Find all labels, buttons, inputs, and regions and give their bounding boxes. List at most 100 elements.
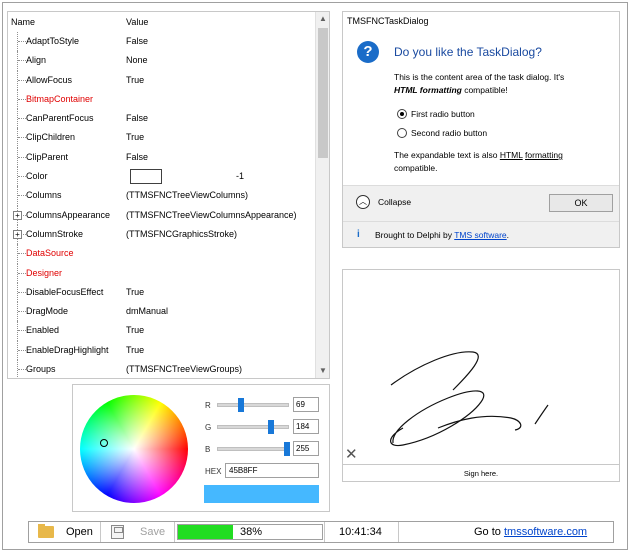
b-label: B [205,445,211,454]
property-row[interactable]: DragMode dmManual [8,302,316,322]
radio-second-dot[interactable] [397,128,407,138]
signature-drawing [390,351,549,447]
r-input[interactable]: 69 [293,397,319,412]
signature-baseline [343,464,619,465]
property-name: BitmapContainer [26,93,94,104]
expand-icon[interactable]: + [13,229,22,239]
expand-icon[interactable]: + [13,210,22,220]
property-value[interactable]: False [126,152,148,162]
property-value[interactable]: True [126,287,144,297]
property-row[interactable]: Groups (TTMSFNCTreeViewGroups) [8,360,316,378]
property-value[interactable]: (TTMSFNCTreeViewColumnsAppearance) [126,210,297,220]
content-line2: compatible! [461,85,508,95]
property-name: ColumnStroke [26,228,84,239]
scroll-thumb[interactable] [318,28,328,158]
question-icon: ? [357,41,379,63]
save-icon[interactable] [111,525,124,539]
folder-open-icon[interactable] [38,524,54,538]
dialog-title: TMSFNCTaskDialog [347,16,429,26]
b-slider[interactable] [217,442,290,456]
property-row[interactable]: BitmapContainer [8,89,316,110]
r-label: R [205,401,211,410]
property-row[interactable]: AdaptToStyle False [8,32,316,52]
g-slider-thumb[interactable] [268,420,274,434]
expandable-text: The expandable text is also HTML formatt… [394,149,614,175]
chevron-up-icon[interactable]: ︿ [356,195,370,209]
b-slider-thumb[interactable] [284,442,290,456]
property-row[interactable]: ClipChildren True [8,128,316,148]
color-wheel[interactable] [80,395,188,503]
property-value[interactable]: None [126,55,148,65]
property-name: Groups [26,364,56,375]
goto-prefix: Go to [474,526,504,538]
footer-divider [343,221,619,222]
property-value[interactable]: (TTMSFNCTreeViewGroups) [126,364,242,374]
scroll-up-icon[interactable]: ▲ [316,12,330,26]
property-row[interactable]: + ColumnsAppearance (TTMSFNCTreeViewColumn… [8,205,316,225]
scroll-down-icon[interactable]: ▼ [316,364,330,378]
property-name: ColumnsAppearance [26,209,111,220]
property-row[interactable]: + ColumnStroke (TTMSFNCGraphicsStroke) [8,224,316,245]
color-picker[interactable]: R 69 G 184 B 255 HEX 45B8FF [72,384,330,512]
property-row[interactable]: EnableDragHighlight True [8,340,316,361]
property-name: DisableFocusEffect [26,286,104,297]
property-name: ClipParent [26,151,69,162]
property-row[interactable]: DataSource [8,244,316,264]
footer-suffix: . [506,230,510,240]
property-row[interactable]: ClipParent False [8,147,316,168]
property-name: Columns [26,190,62,201]
dialog-heading: Do you like the TaskDialog? [394,45,542,59]
radio-first-dot[interactable] [397,109,407,119]
property-value[interactable]: (TTMSFNCTreeViewColumns) [126,190,248,200]
r-slider[interactable] [217,398,289,412]
property-value[interactable]: True [126,345,144,355]
b-input[interactable]: 255 [293,441,319,456]
property-row[interactable]: DisableFocusEffect True [8,282,316,303]
property-value[interactable]: dmManual [126,306,168,316]
property-name: Align [26,55,47,66]
ok-button[interactable]: OK [549,194,613,212]
property-value[interactable]: True [126,325,144,335]
property-value[interactable]: True [126,75,144,85]
grid-scrollbar[interactable]: ▲ ▼ [315,12,329,378]
clear-signature-icon[interactable]: ✕ [345,445,358,463]
property-value[interactable]: (TTMSFNCGraphicsStroke) [126,229,237,239]
property-value[interactable]: False [126,113,148,123]
footer-prefix: Brought to Delphi by [375,230,455,240]
property-row[interactable]: CanParentFocus False [8,109,316,129]
hex-input[interactable]: 45B8FF [225,463,319,478]
color-preview [204,485,319,503]
property-row[interactable]: AllowFocus True [8,70,316,90]
property-name: Designer [26,267,63,278]
property-name: AllowFocus [26,74,73,85]
g-slider[interactable] [217,420,289,434]
grid-header: Name Value [8,12,316,31]
property-name: Enabled [26,325,60,336]
grid-body[interactable]: AdaptToStyle False Align None AllowFocus True… [8,32,316,378]
collapse-label[interactable]: Collapse [378,197,411,207]
tms-software-link[interactable]: TMS software [454,230,506,240]
color-wheel-knob[interactable] [100,439,108,447]
property-value[interactable]: -1 [236,171,244,181]
property-row[interactable]: Color -1 [8,167,316,187]
property-value[interactable]: True [126,132,144,142]
property-row[interactable]: Enabled True [8,321,316,341]
content-line1: This is the content area of the task dia… [394,72,565,82]
goto-text: Go to tmssoftware.com [474,526,587,538]
radio-first-label[interactable]: First radio button [411,109,475,119]
signature-pad[interactable]: ✕ Sign here. [342,269,620,482]
open-button[interactable]: Open [66,526,93,538]
property-row[interactable]: Designer [8,263,316,283]
property-value[interactable]: False [126,36,148,46]
g-label: G [205,423,212,432]
property-row[interactable]: Align None [8,51,316,71]
property-grid[interactable]: Name Value AdaptToStyle False Align None All… [7,11,330,379]
property-row[interactable]: Columns (TTMSFNCTreeViewColumns) [8,186,316,206]
radio-second-label[interactable]: Second radio button [411,128,487,138]
progress-cell [175,522,325,542]
r-slider-thumb[interactable] [238,398,244,412]
tmssoftware-link[interactable]: tmssoftware.com [504,526,587,538]
save-button[interactable]: Save [140,526,165,538]
g-input[interactable]: 184 [293,419,319,434]
color-swatch[interactable] [130,169,162,185]
